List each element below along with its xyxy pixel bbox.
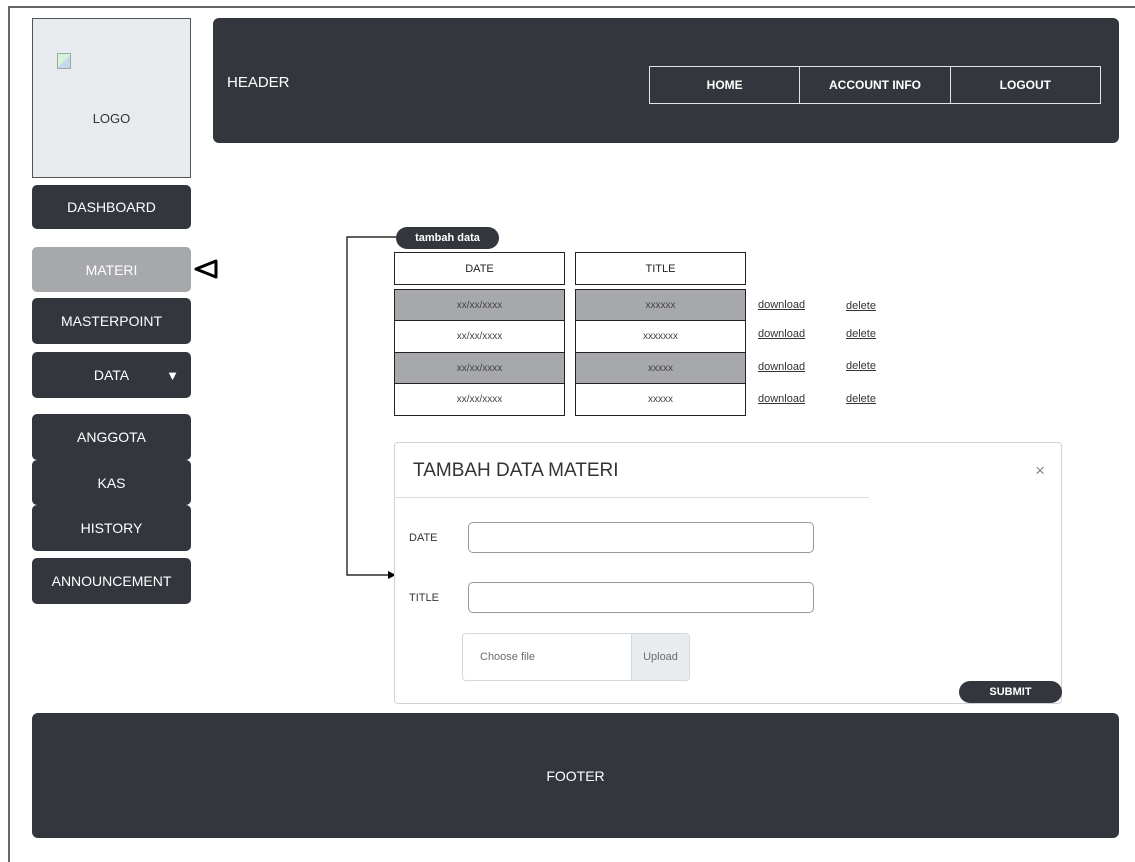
- sidebar-item-label: DATA: [93, 367, 130, 383]
- table-cell-date: xx/xx/xxxx: [394, 352, 565, 384]
- sidebar-item-data[interactable]: DATA ▼: [32, 352, 191, 398]
- choose-file-input[interactable]: Choose file: [463, 634, 631, 680]
- delete-link[interactable]: delete: [846, 393, 876, 405]
- column-header-date: DATE: [394, 252, 565, 285]
- sidebar-item-label: MATERI: [85, 261, 138, 278]
- download-link[interactable]: download: [758, 393, 805, 405]
- table-cell-date: xx/xx/xxxx: [394, 383, 565, 416]
- logo-label: LOGO: [92, 111, 131, 126]
- nav-home[interactable]: HOME: [650, 67, 801, 103]
- add-data-button[interactable]: tambah data: [396, 227, 499, 249]
- sidebar-item-anggota[interactable]: ANGGOTA: [32, 414, 191, 460]
- sidebar-item-kas[interactable]: KAS: [32, 460, 191, 505]
- sidebar-item-label: HISTORY: [80, 520, 143, 536]
- dropdown-triangle-icon: ▼: [166, 367, 179, 383]
- sidebar-item-masterpoint[interactable]: MASTERPOINT: [32, 298, 191, 344]
- sidebar-item-label: DASHBOARD: [67, 199, 156, 215]
- header: HEADER HOME ACCOUNT INFO LOGOUT: [213, 18, 1119, 143]
- table-cell-title: xxxxxxx: [575, 320, 746, 353]
- sidebar-item-label: KAS: [97, 474, 126, 491]
- pointer-arrow-icon: [194, 259, 218, 279]
- footer: FOOTER: [32, 713, 1119, 838]
- sidebar-item-label: ANNOUNCEMENT: [51, 573, 172, 589]
- delete-link[interactable]: delete: [846, 300, 876, 312]
- title-field-label: TITLE: [409, 592, 439, 604]
- column-header-title: TITLE: [575, 252, 746, 285]
- download-link[interactable]: download: [758, 328, 805, 340]
- sidebar-item-history[interactable]: HISTORY: [32, 505, 191, 551]
- sidebar-item-label: MASTERPOINT: [60, 313, 163, 329]
- close-icon[interactable]: ×: [1035, 461, 1045, 481]
- table-cell-title: xxxxxx: [575, 289, 746, 321]
- nav-logout[interactable]: LOGOUT: [951, 67, 1100, 103]
- date-field[interactable]: [468, 522, 814, 553]
- sidebar-item-dashboard[interactable]: DASHBOARD: [32, 185, 191, 229]
- delete-link[interactable]: delete: [846, 360, 876, 372]
- download-link[interactable]: download: [758, 299, 805, 311]
- delete-link[interactable]: delete: [846, 328, 876, 340]
- upload-button[interactable]: Upload: [631, 634, 689, 680]
- add-materi-modal: TAMBAH DATA MATERI × DATE TITLE Choose f…: [394, 442, 1062, 704]
- table-cell-date: xx/xx/xxxx: [394, 320, 565, 353]
- date-field-label: DATE: [409, 532, 438, 544]
- modal-title: TAMBAH DATA MATERI: [413, 460, 619, 481]
- submit-button[interactable]: SUBMIT: [959, 681, 1062, 703]
- sidebar-item-announcement[interactable]: ANNOUNCEMENT: [32, 558, 191, 604]
- header-title: HEADER: [227, 74, 290, 91]
- footer-label: FOOTER: [546, 767, 605, 784]
- table-cell-title: xxxxx: [575, 383, 746, 416]
- flow-connector-arrow: [346, 236, 396, 579]
- nav-account-info[interactable]: ACCOUNT INFO: [800, 67, 951, 103]
- download-link[interactable]: download: [758, 361, 805, 373]
- table-cell-title: xxxxx: [575, 352, 746, 384]
- modal-divider: [395, 497, 869, 498]
- file-upload-group: Choose file Upload: [462, 633, 690, 681]
- table-cell-date: xx/xx/xxxx: [394, 289, 565, 321]
- top-nav: HOME ACCOUNT INFO LOGOUT: [649, 66, 1101, 104]
- title-field[interactable]: [468, 582, 814, 613]
- sidebar-item-materi[interactable]: MATERI: [32, 247, 191, 292]
- sidebar-item-label: ANGGOTA: [77, 429, 146, 445]
- logo: LOGO: [32, 18, 191, 178]
- broken-image-icon: [57, 53, 71, 69]
